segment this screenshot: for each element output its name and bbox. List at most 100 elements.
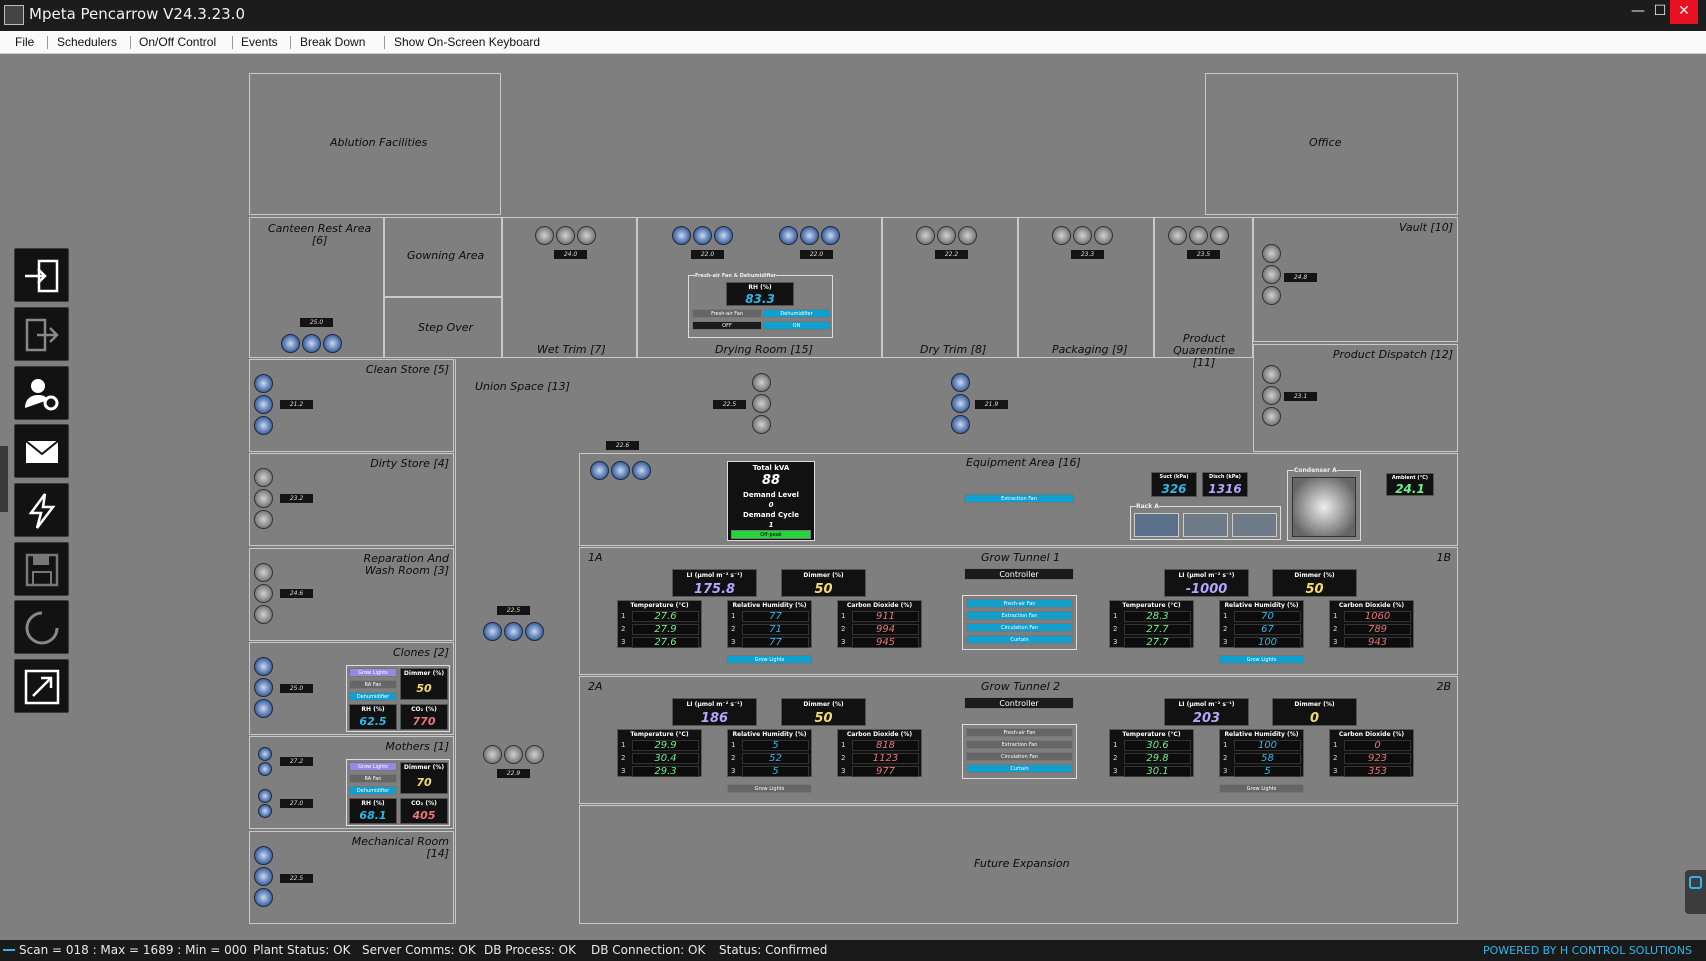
fan-icon[interactable] <box>483 622 502 641</box>
grow-lights-button[interactable]: Grow Lights <box>727 655 812 664</box>
freshair-fan-button[interactable]: Fresh-air Fan <box>966 728 1073 737</box>
fan-icon[interactable] <box>800 226 819 245</box>
room-grow-tunnel-2[interactable]: 2A 2B Grow Tunnel 2 Controller LI (μmol … <box>579 676 1458 804</box>
fan-icon[interactable] <box>577 226 596 245</box>
extraction-fan-button[interactable]: Extraction Fan <box>964 494 1074 503</box>
extraction-fan-button[interactable]: Extraction Fan <box>966 740 1073 749</box>
freshair-fan-button[interactable]: Fresh-air Fan <box>966 599 1073 608</box>
fan-icon[interactable] <box>258 789 272 803</box>
room-gowning[interactable]: Gowning Area <box>384 217 502 297</box>
fan-icon[interactable] <box>611 461 630 480</box>
fan-icon[interactable] <box>752 373 771 392</box>
fullscreen-button[interactable] <box>14 659 69 713</box>
condenser-fan-icon[interactable] <box>1292 477 1356 537</box>
curtain-button[interactable]: Curtain <box>966 635 1073 644</box>
fan-icon[interactable] <box>254 657 273 676</box>
extraction-fan-button[interactable]: Extraction Fan <box>966 611 1073 620</box>
fan-icon[interactable] <box>535 226 554 245</box>
grow-lights-button[interactable]: Grow Lights <box>727 784 812 793</box>
fan-icon[interactable] <box>254 888 273 907</box>
fan-icon[interactable] <box>1052 226 1071 245</box>
fan-icon[interactable] <box>254 699 273 718</box>
room-reparation[interactable]: Reparation And Wash Room [3] 24.6 <box>249 548 454 641</box>
controller-button[interactable]: Controller <box>964 697 1074 709</box>
power-button[interactable] <box>14 483 69 537</box>
fan-icon[interactable] <box>258 747 272 761</box>
fan-icon[interactable] <box>590 461 609 480</box>
fan-icon[interactable] <box>556 226 575 245</box>
fan-icon[interactable] <box>254 584 273 603</box>
menu-breakdown[interactable]: Break Down <box>300 35 365 49</box>
fan-icon[interactable] <box>951 394 970 413</box>
fan-icon[interactable] <box>1262 407 1281 426</box>
room-vault[interactable]: Vault [10] 24.8 <box>1253 217 1458 342</box>
fan-icon[interactable] <box>951 373 970 392</box>
room-packaging[interactable]: 23.3 Packaging [9] <box>1018 217 1154 358</box>
fan-icon[interactable] <box>525 622 544 641</box>
fan-icon[interactable] <box>254 489 273 508</box>
room-ablution[interactable]: Ablution Facilities <box>249 73 501 215</box>
off-button[interactable]: OFF <box>692 321 762 330</box>
menu-schedulers[interactable]: Schedulers <box>57 35 117 49</box>
fan-icon[interactable] <box>323 334 342 353</box>
fan-icon[interactable] <box>254 846 273 865</box>
controller-button[interactable]: Controller <box>964 568 1074 580</box>
fan-icon[interactable] <box>1262 265 1281 284</box>
fan-icon[interactable] <box>779 226 798 245</box>
room-canteen[interactable]: Canteen Rest Area [6] 25.0 <box>249 217 384 358</box>
curtain-button[interactable]: Curtain <box>966 764 1073 773</box>
freshair-fan-button[interactable]: Fresh-air Fan <box>692 309 762 318</box>
fan-icon[interactable] <box>254 416 273 435</box>
refresh-button[interactable] <box>14 600 69 654</box>
menu-onscreen-keyboard[interactable]: Show On-Screen Keyboard <box>394 35 540 49</box>
room-grow-tunnel-1[interactable]: 1A 1B Grow Tunnel 1 Controller LI (μmol … <box>579 547 1458 675</box>
fan-icon[interactable] <box>254 468 273 487</box>
fan-icon[interactable] <box>821 226 840 245</box>
fan-icon[interactable] <box>302 334 321 353</box>
fan-icon[interactable] <box>258 762 272 776</box>
fan-icon[interactable] <box>281 334 300 353</box>
fan-icon[interactable] <box>254 605 273 624</box>
on-button[interactable]: ON <box>763 321 830 330</box>
fan-icon[interactable] <box>1262 365 1281 384</box>
fan-icon[interactable] <box>1189 226 1208 245</box>
fan-icon[interactable] <box>254 678 273 697</box>
grow-lights-button[interactable]: Grow Lights <box>349 668 397 677</box>
fan-icon[interactable] <box>951 415 970 434</box>
room-office[interactable]: Office <box>1205 73 1458 215</box>
grow-lights-button[interactable]: Grow Lights <box>349 762 397 771</box>
room-clones[interactable]: Clones [2] 25.0 Grow Lights RA Fan Dehum… <box>249 642 454 735</box>
room-drytrim[interactable]: 22.2 Dry Trim [8] <box>882 217 1018 358</box>
dehumidifier-button[interactable]: Dehumidifier <box>349 692 397 701</box>
messages-button[interactable] <box>14 424 69 478</box>
fan-icon[interactable] <box>916 226 935 245</box>
user-settings-button[interactable] <box>14 366 69 420</box>
room-dirtystore[interactable]: Dirty Store [4] 23.2 <box>249 453 454 546</box>
dehumidifier-button[interactable]: Dehumidifier <box>763 309 830 318</box>
fan-icon[interactable] <box>483 745 502 764</box>
fan-icon[interactable] <box>1073 226 1092 245</box>
grow-lights-button[interactable]: Grow Lights <box>1219 655 1304 664</box>
room-drying[interactable]: 22.0 22.0 Fresh-air Fan & Dehumidifier R… <box>637 217 882 358</box>
fan-icon[interactable] <box>693 226 712 245</box>
fan-icon[interactable] <box>752 394 771 413</box>
room-equipment[interactable]: Equipment Area [16] Total kVA 88 Demand … <box>579 453 1458 546</box>
fan-icon[interactable] <box>525 745 544 764</box>
grow-lights-button[interactable]: Grow Lights <box>1219 784 1304 793</box>
room-mothers[interactable]: Mothers [1] 27.2 27.0 Grow Lights RA Fan… <box>249 736 454 829</box>
fan-icon[interactable] <box>672 226 691 245</box>
fan-icon[interactable] <box>1168 226 1187 245</box>
room-dispatch[interactable]: Product Dispatch [12] 23.1 <box>1253 344 1458 452</box>
compressor-icon[interactable] <box>1183 513 1228 537</box>
side-panel-toggle[interactable] <box>1685 870 1706 914</box>
close-button[interactable]: ✕ <box>1670 0 1698 24</box>
room-union[interactable]: Union Space [13] 22.5 21.9 22.6 <box>455 359 1253 453</box>
fan-icon[interactable] <box>254 510 273 529</box>
room-cleanstore[interactable]: Clean Store [5] 21.2 <box>249 359 454 452</box>
compressor-icon[interactable] <box>1134 513 1179 537</box>
fan-icon[interactable] <box>1262 286 1281 305</box>
logout-button[interactable] <box>14 307 69 361</box>
fan-icon[interactable] <box>632 461 651 480</box>
fan-icon[interactable] <box>254 374 273 393</box>
fan-icon[interactable] <box>258 804 272 818</box>
